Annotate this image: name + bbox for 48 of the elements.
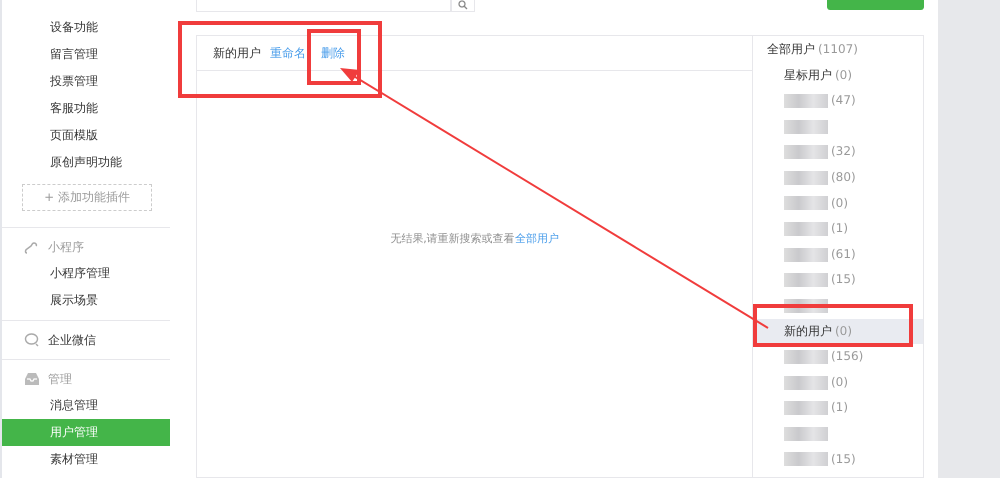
blurred-name (784, 94, 828, 108)
tag-item[interactable]: (15) (753, 446, 923, 472)
blurred-name (784, 452, 828, 466)
sidebar-item[interactable]: 原创声明功能 (2, 149, 170, 176)
blurred-name (784, 350, 828, 364)
inbox-icon (24, 371, 40, 387)
blurred-name (784, 248, 828, 262)
blurred-name (784, 273, 828, 288)
tag-item[interactable]: 星标用户 (0) (753, 62, 923, 88)
tag-item[interactable]: (47) (753, 88, 923, 114)
tag-item[interactable]: (0) (753, 370, 923, 396)
empty-message: 无结果,请重新搜索或查看全部用户 (390, 231, 559, 247)
section-title: 小程序 (48, 238, 84, 256)
tag-title: 新的用户 (213, 44, 261, 62)
search-icon (458, 0, 468, 10)
tag-action-link[interactable]: 删除 (321, 44, 345, 62)
blurred-name (784, 120, 828, 134)
sidebar-item[interactable]: 留言管理 (2, 41, 170, 68)
sidebar-item[interactable]: 设备功能 (2, 14, 170, 41)
tag-action-link[interactable]: 重命名 (270, 44, 306, 62)
tag-item[interactable]: (1) (753, 395, 923, 421)
blurred-name (784, 376, 828, 390)
sidebar-item[interactable]: 客服功能 (2, 95, 170, 122)
tag-item[interactable]: (156) (753, 344, 923, 370)
blurred-name (784, 145, 828, 160)
blurred-name (784, 426, 828, 441)
sidebar-item[interactable]: 素材管理 (2, 446, 170, 473)
blurred-name (784, 170, 828, 185)
sidebar-item[interactable]: 展示场景 (2, 287, 170, 314)
add-plugin-button[interactable]: + 添加功能插件 (22, 184, 152, 211)
sidebar-item[interactable]: 消息管理 (2, 392, 170, 419)
sidebar-item[interactable]: 页面模版 (2, 122, 170, 149)
all-users-link[interactable]: 全部用户 (514, 232, 559, 245)
blurred-name (784, 222, 828, 236)
tag-item[interactable]: 全部用户 (1107) (753, 37, 923, 63)
blurred-name (784, 401, 828, 416)
section-title: 管理 (48, 370, 72, 388)
tag-item[interactable]: (15) (753, 267, 923, 293)
tag-item[interactable]: (0) (753, 190, 923, 216)
tag-item[interactable]: (1) (753, 216, 923, 242)
tag-item[interactable]: (80) (753, 164, 923, 191)
blurred-name (784, 196, 828, 210)
sidebar-item[interactable]: 投票管理 (2, 68, 170, 95)
tag-item[interactable]: (32) (753, 139, 923, 165)
sidebar-item[interactable]: 小程序管理 (2, 260, 170, 287)
sidebar-item[interactable]: 用户管理 (2, 419, 170, 446)
section-title: 企业微信 (48, 332, 96, 348)
tag-item[interactable]: (61) (753, 242, 923, 268)
